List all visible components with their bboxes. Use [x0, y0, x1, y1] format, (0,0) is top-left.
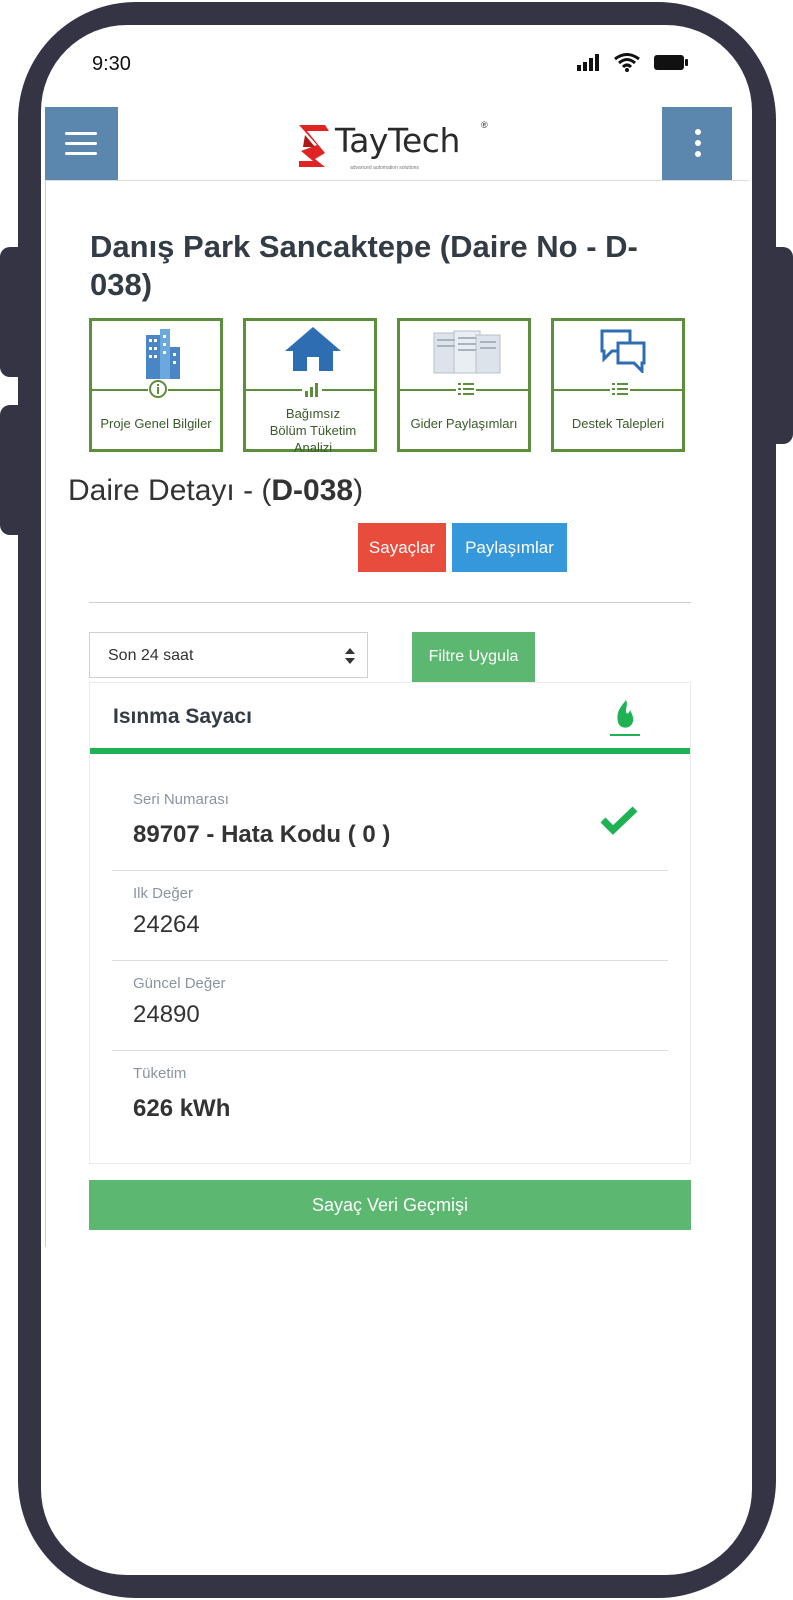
period-select-value: Son 24 saat [108, 647, 194, 664]
status-time: 9:30 [92, 53, 131, 75]
menu-button[interactable] [45, 107, 118, 180]
brand-registered-mark: ® [481, 120, 488, 130]
side-button-left-2 [0, 405, 22, 535]
current-value-label: Güncel Değer [133, 975, 226, 992]
field-divider [112, 960, 668, 961]
side-button-left-1 [0, 247, 22, 377]
meter-card-accent-bar [90, 748, 690, 754]
list-icon [456, 379, 476, 399]
tile-label: Gider Paylaşımları [410, 416, 518, 431]
more-options-button[interactable] [662, 107, 732, 180]
signal-icon [577, 54, 601, 71]
field-divider [112, 870, 668, 871]
top-navbar: TayTech ® advanced automation solutions [45, 107, 749, 181]
meter-card: Isınma Sayacı Seri Numarası 89707 - Hata… [89, 682, 691, 1164]
list-icon [610, 379, 630, 399]
bar-chart-icon [302, 379, 322, 399]
tile-label: Destek Talepleri [571, 416, 665, 431]
flame-icon [610, 700, 640, 736]
tile-support-requests[interactable]: Destek Talepleri [551, 318, 685, 452]
tile-expense-shares[interactable]: Gider Paylaşımları [397, 318, 531, 452]
taytech-logo-icon [299, 125, 329, 167]
brand-tagline: advanced automation solutions [350, 165, 419, 171]
documents-icon [433, 330, 501, 374]
shares-tab-button[interactable]: Paylaşımlar [452, 523, 567, 572]
checkmark-icon [600, 806, 638, 835]
detail-title: Daire Detayı - (D-038) [68, 474, 363, 508]
tile-project-info[interactable]: Proje Genel Bilgiler [89, 318, 223, 452]
info-icon [148, 379, 168, 399]
meters-tab-button[interactable]: Sayaçlar [358, 523, 446, 572]
detail-title-prefix: Daire Detayı - ( [68, 474, 272, 507]
meter-history-button[interactable]: Sayaç Veri Geçmişi [89, 1180, 691, 1230]
tile-consumption-analysis[interactable]: Bağımsız Bölüm Tüketim Analizi [243, 318, 377, 455]
tile-label: Bağımsız Bölüm Tüketim Analizi [269, 406, 357, 455]
initial-value-label: Ilk Değer [133, 885, 194, 902]
detail-title-suffix: ) [353, 474, 364, 507]
period-select[interactable]: Son 24 saat [89, 632, 368, 678]
serial-number-label: Seri Numarası [133, 791, 229, 808]
detail-title-code: D-038 [271, 474, 354, 507]
select-arrows-icon [345, 648, 355, 664]
consumption-value: 626 kWh [133, 1095, 231, 1122]
field-divider [112, 1050, 668, 1051]
meter-card-title: Isınma Sayacı [113, 705, 252, 728]
chat-icon [600, 329, 646, 373]
apply-filter-button[interactable]: Filtre Uygula [412, 632, 535, 682]
initial-value: 24264 [133, 911, 200, 938]
wifi-icon [614, 53, 640, 72]
battery-icon [654, 55, 688, 70]
side-button-right [770, 247, 793, 444]
tile-label: Proje Genel Bilgiler [100, 416, 212, 431]
current-value: 24890 [133, 1001, 200, 1028]
page-title: Danış Park Sancaktepe (Daire No - D-038) [90, 229, 638, 302]
buildings-icon [146, 329, 180, 379]
house-icon [285, 327, 341, 371]
brand-logo: TayTech ® advanced automation solutions [295, 115, 495, 175]
section-divider [89, 602, 691, 603]
consumption-label: Tüketim [133, 1065, 187, 1082]
serial-number-value: 89707 - Hata Kodu ( 0 ) [133, 821, 391, 848]
brand-name: TayTech [335, 121, 460, 160]
